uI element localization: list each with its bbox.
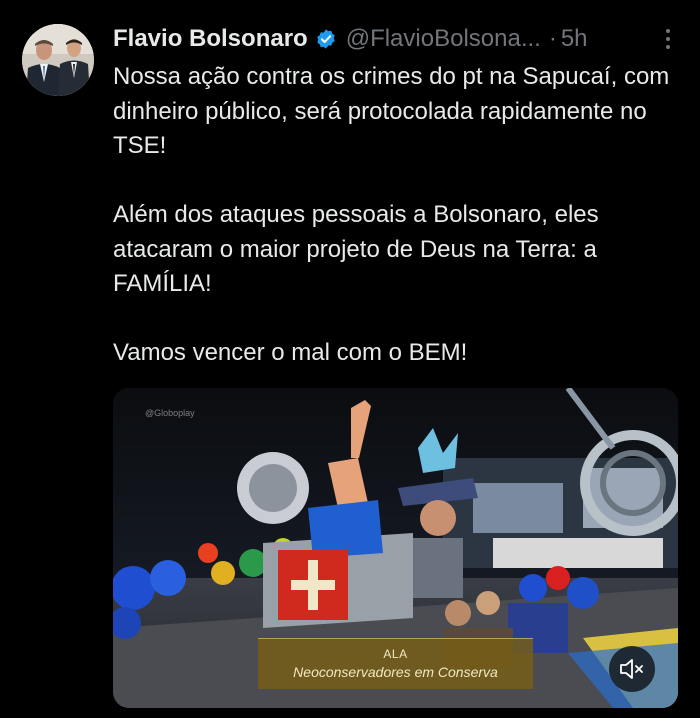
tweet[interactable]: Flavio Bolsonaro @FlavioBolsona... · 5h … [0,0,700,718]
video-watermark: @Globoplay [145,408,195,418]
verified-badge-icon [315,28,337,50]
tweet-paragraph: Nossa ação contra os crimes do pt na Sap… [113,63,670,159]
tweet-text: Nossa ação contra os crimes do pt na Sap… [113,60,683,371]
post-time[interactable]: 5h [561,25,588,53]
tweet-paragraph: Além dos ataques pessoais a Bolsonaro, e… [113,201,599,297]
avatar-image [22,24,94,96]
avatar[interactable] [22,24,94,96]
caption-line-2: Neoconservadores em Conserva [293,664,498,680]
author-name[interactable]: Flavio Bolsonaro [113,25,308,53]
author-handle[interactable]: @FlavioBolsona... [346,25,541,53]
tweet-paragraph: Vamos vencer o mal com o BEM! [113,339,468,366]
mute-button[interactable] [609,646,655,692]
video-player[interactable]: @Globoplay ALA Neoconservadores em Conse… [113,388,678,708]
video-caption: ALA Neoconservadores em Conserva [258,638,533,689]
volume-muted-icon [620,659,643,679]
more-vertical-icon[interactable] [656,26,680,52]
separator-dot: · [548,25,557,52]
tweet-header: Flavio Bolsonaro @FlavioBolsona... · 5h [113,22,680,56]
caption-line-1: ALA [383,647,408,661]
